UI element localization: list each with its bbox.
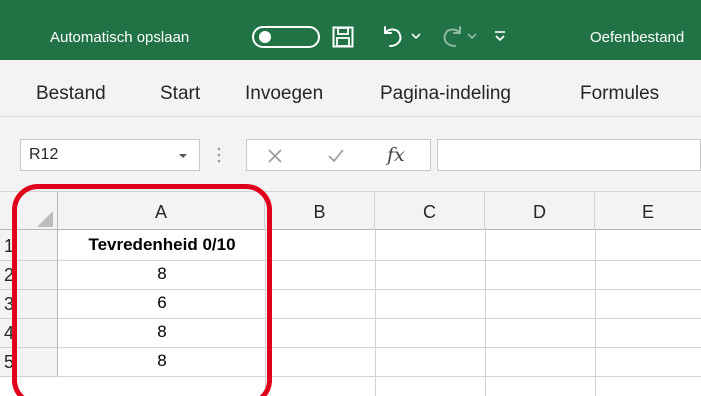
gridline	[265, 230, 266, 396]
tab-invoegen[interactable]: Invoegen	[245, 83, 323, 105]
undo-dropdown-icon[interactable]	[410, 30, 422, 42]
tab-pagina-indeling[interactable]: Pagina-indeling	[380, 83, 511, 105]
column-header-a[interactable]: A	[58, 192, 265, 230]
redo-dropdown-icon[interactable]	[466, 30, 478, 42]
gridline	[58, 376, 701, 377]
cell-a2[interactable]: 8	[59, 259, 265, 289]
autosave-toggle[interactable]	[252, 26, 320, 48]
formula-input[interactable]	[437, 139, 701, 171]
formula-bar: R12 fx	[0, 117, 701, 192]
title-bar: Automatisch opslaan Oefenbestand	[0, 0, 701, 60]
cell-a5[interactable]: 8	[59, 346, 265, 376]
file-name: Oefenbestand	[590, 29, 685, 46]
select-all-icon	[37, 211, 53, 227]
column-header-c[interactable]: C	[375, 192, 485, 230]
select-all-corner[interactable]	[0, 192, 58, 230]
autosave-label: Automatisch opslaan	[50, 29, 190, 46]
cell-a1[interactable]: Tevredenheid 0/10	[59, 229, 265, 261]
gridline	[485, 230, 486, 396]
gridline	[375, 230, 376, 396]
cell-a4[interactable]: 8	[59, 317, 265, 347]
enter-check-icon[interactable]	[327, 148, 345, 164]
cell-a3[interactable]: 6	[59, 288, 265, 318]
grip-icon[interactable]	[217, 146, 221, 164]
insert-function-button[interactable]: fx	[387, 144, 405, 166]
formula-tools: fx	[246, 139, 431, 171]
tab-start[interactable]: Start	[160, 83, 200, 105]
row-header-1[interactable]: 1	[0, 230, 58, 261]
ribbon-tabs: Bestand Start Invoegen Pagina-indeling F…	[0, 60, 701, 117]
tab-bestand[interactable]: Bestand	[36, 83, 106, 105]
redo-icon[interactable]	[440, 25, 464, 49]
name-box[interactable]: R12	[20, 139, 200, 171]
row-header-5[interactable]: 5	[0, 348, 58, 377]
column-header-d[interactable]: D	[485, 192, 595, 230]
gridline	[595, 230, 596, 396]
row-header-4[interactable]: 4	[0, 319, 58, 348]
undo-icon[interactable]	[381, 25, 405, 49]
column-header-e[interactable]: E	[595, 192, 701, 230]
tab-formules[interactable]: Formules	[580, 83, 659, 105]
column-header-row: A B C D E	[0, 192, 701, 230]
row-header-3[interactable]: 3	[0, 290, 58, 319]
toggle-knob	[259, 31, 271, 43]
spreadsheet-grid: A B C D E 1 2 3 4 5 Tevredenheid 0/10 8 …	[0, 192, 701, 396]
name-box-value: R12	[29, 146, 59, 163]
chevron-down-icon[interactable]	[177, 151, 189, 161]
cancel-icon[interactable]	[267, 148, 283, 164]
save-icon[interactable]	[332, 26, 354, 48]
column-header-b[interactable]: B	[265, 192, 375, 230]
row-header-2[interactable]: 2	[0, 261, 58, 290]
customize-toolbar-icon[interactable]	[492, 28, 508, 44]
